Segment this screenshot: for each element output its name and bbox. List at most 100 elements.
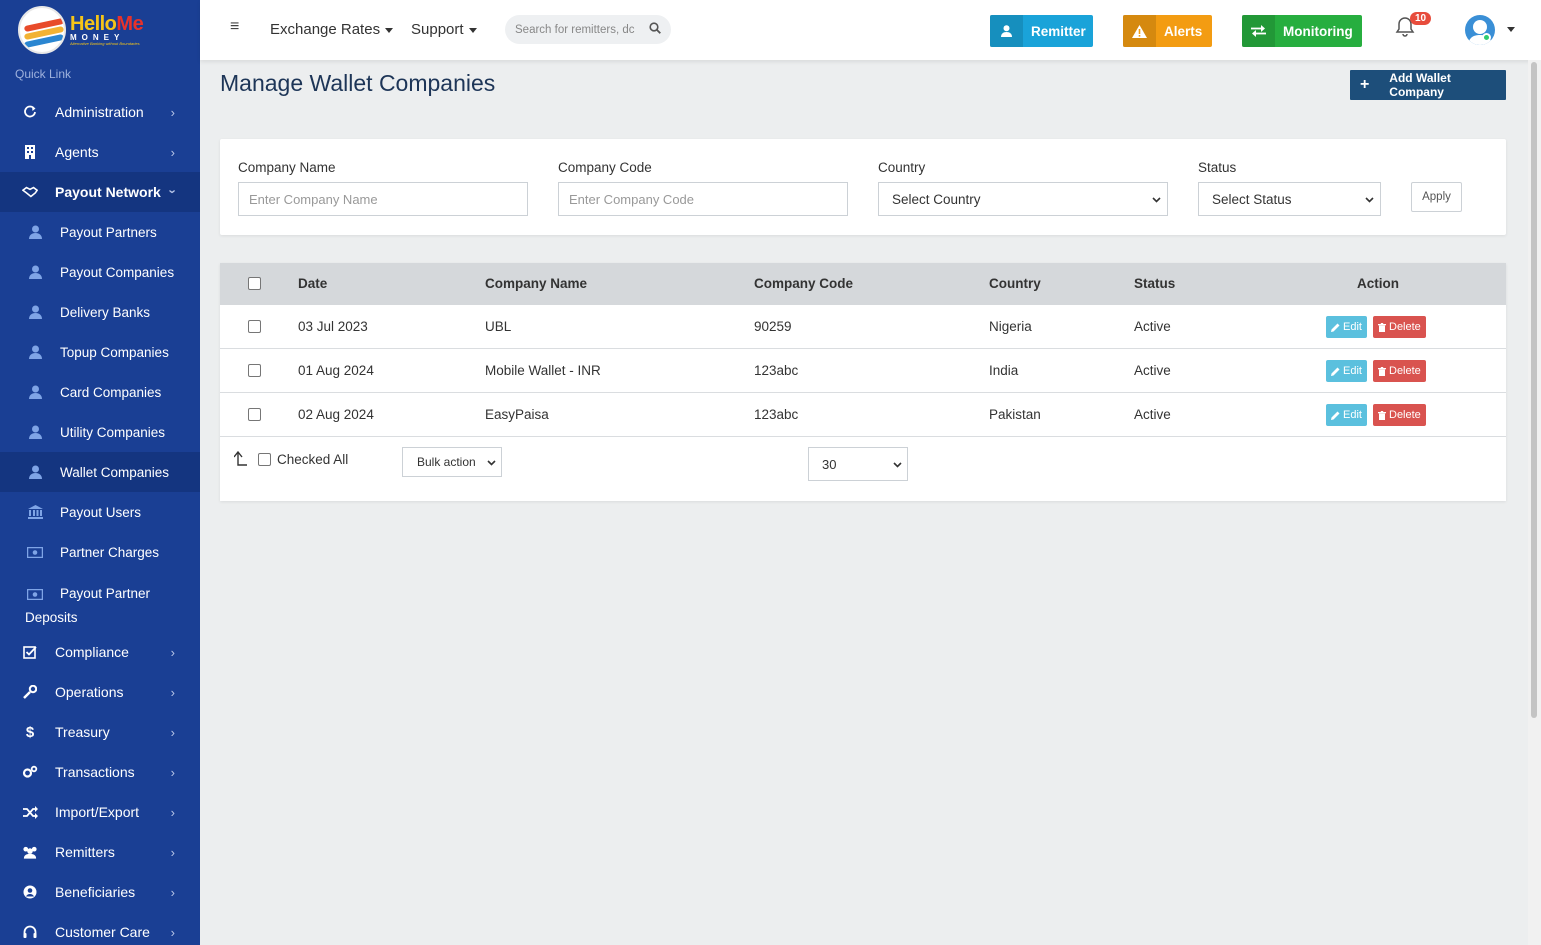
- edit-button[interactable]: Edit: [1326, 316, 1367, 338]
- sidebar-sub-topup-companies[interactable]: Topup Companies: [0, 332, 200, 372]
- chevron-down-icon: [893, 462, 902, 468]
- sidebar-sub-utility-companies[interactable]: Utility Companies: [0, 412, 200, 452]
- alerts-button[interactable]: Alerts: [1123, 15, 1212, 47]
- chevron-right-icon: ›: [170, 145, 175, 160]
- column-header-company-name[interactable]: Company Name: [485, 276, 587, 291]
- user-icon: [27, 384, 43, 400]
- table-header: Date Company Name Company Code Country S…: [220, 263, 1506, 305]
- monitoring-button[interactable]: Monitoring: [1242, 15, 1362, 47]
- checked-all-checkbox[interactable]: [258, 453, 271, 466]
- sidebar-item-transactions[interactable]: Transactions ›: [0, 752, 200, 792]
- chevron-down-icon: [487, 460, 496, 466]
- pencil-icon: [1331, 367, 1340, 376]
- sidebar-sub-label-2: Deposits: [25, 610, 78, 625]
- sidebar-item-treasury[interactable]: $ Treasury ›: [0, 712, 200, 752]
- sidebar-item-compliance[interactable]: Compliance ›: [0, 632, 200, 672]
- column-header-company-code[interactable]: Company Code: [754, 276, 853, 291]
- refresh-icon: [22, 104, 38, 120]
- sidebar-item-remitters[interactable]: Remitters ›: [0, 832, 200, 872]
- sidebar-item-label: Beneficiaries: [55, 884, 136, 900]
- sidebar-sub-payout-companies[interactable]: Payout Companies: [0, 252, 200, 292]
- support-dropdown[interactable]: Support: [411, 21, 477, 38]
- row-checkbox[interactable]: [248, 364, 261, 377]
- column-header-country[interactable]: Country: [989, 276, 1041, 291]
- select-all-checkbox[interactable]: [248, 277, 261, 290]
- sidebar-item-customer-care[interactable]: Customer Care ›: [0, 912, 200, 945]
- sidebar-item-label: Transactions: [55, 764, 135, 780]
- company-name-input[interactable]: [238, 182, 528, 216]
- sidebar-item-agents[interactable]: Agents ›: [0, 132, 200, 172]
- bulk-action-select[interactable]: Bulk action: [402, 447, 502, 477]
- users-icon: [22, 844, 38, 860]
- chevron-right-icon: ›: [170, 805, 175, 820]
- caret-down-icon[interactable]: [1507, 27, 1515, 32]
- hamburger-menu-icon[interactable]: ≡: [230, 18, 239, 36]
- sidebar-sub-label: Payout Partner: [60, 586, 151, 601]
- sidebar-sub-label: Utility Companies: [60, 424, 166, 440]
- monitoring-button-label: Monitoring: [1283, 23, 1353, 39]
- cell-company-code: 123abc: [754, 407, 799, 422]
- user-icon: [990, 15, 1023, 47]
- sidebar-item-label: Compliance: [55, 644, 129, 660]
- chevron-right-icon: ›: [170, 845, 175, 860]
- cell-status: Active: [1134, 407, 1171, 422]
- wrench-icon: [22, 684, 38, 700]
- money-bill-icon: [27, 586, 43, 602]
- brand-logo[interactable]: HelloMe MONEY Alternative Banking withou…: [0, 0, 200, 60]
- table-row: 01 Aug 2024 Mobile Wallet - INR 123abc I…: [220, 349, 1506, 393]
- cell-company-code: 123abc: [754, 363, 799, 378]
- search-input[interactable]: [515, 23, 641, 36]
- delete-button[interactable]: Delete: [1373, 404, 1426, 426]
- sidebar-sub-partner-charges[interactable]: Partner Charges: [0, 532, 200, 572]
- logo-mark-icon: [18, 6, 66, 54]
- row-checkbox[interactable]: [248, 408, 261, 421]
- bulk-action-value: Bulk action: [417, 455, 476, 469]
- delete-button[interactable]: Delete: [1373, 316, 1426, 338]
- sidebar-sub-wallet-companies[interactable]: Wallet Companies: [0, 452, 200, 492]
- sidebar-sub-payout-users[interactable]: Payout Users: [0, 492, 200, 532]
- page-size-value: 30: [822, 456, 837, 472]
- chevron-right-icon: ›: [170, 685, 175, 700]
- user-circle-icon: [22, 884, 38, 900]
- sidebar-item-payout-network[interactable]: Payout Network ›: [0, 172, 200, 212]
- column-header-date[interactable]: Date: [298, 276, 327, 291]
- page-size-select[interactable]: 30: [808, 447, 908, 481]
- cell-date: 03 Jul 2023: [298, 319, 368, 334]
- sidebar-sub-payout-partners[interactable]: Payout Partners: [0, 212, 200, 252]
- status-select[interactable]: Select Status: [1198, 182, 1381, 216]
- delete-label: Delete: [1389, 321, 1421, 333]
- top-navbar: ≡ Exchange Rates Support Remitter Alerts…: [200, 0, 1541, 60]
- sidebar-sub-delivery-banks[interactable]: Delivery Banks: [0, 292, 200, 332]
- exchange-rates-dropdown[interactable]: Exchange Rates: [270, 21, 394, 38]
- sidebar-item-label: Administration: [55, 104, 144, 120]
- apply-button[interactable]: Apply: [1411, 182, 1462, 212]
- country-select[interactable]: Select Country: [878, 182, 1168, 216]
- remitter-button[interactable]: Remitter: [990, 15, 1093, 47]
- sidebar-item-operations[interactable]: Operations ›: [0, 672, 200, 712]
- edit-label: Edit: [1343, 321, 1362, 333]
- cell-country: Pakistan: [989, 407, 1041, 422]
- sidebar-item-import-export[interactable]: Import/Export ›: [0, 792, 200, 832]
- company-code-input[interactable]: [558, 182, 848, 216]
- edit-button[interactable]: Edit: [1326, 360, 1367, 382]
- delete-button[interactable]: Delete: [1373, 360, 1426, 382]
- search-icon[interactable]: [649, 22, 661, 34]
- remitter-button-label: Remitter: [1031, 23, 1086, 39]
- row-checkbox[interactable]: [248, 320, 261, 333]
- company-name-label: Company Name: [238, 160, 336, 175]
- column-header-status[interactable]: Status: [1134, 276, 1175, 291]
- sidebar-sub-label: Card Companies: [60, 384, 162, 400]
- edit-button[interactable]: Edit: [1326, 404, 1367, 426]
- pencil-icon: [1331, 323, 1340, 332]
- avatar[interactable]: [1465, 15, 1495, 45]
- sidebar-sub-card-companies[interactable]: Card Companies: [0, 372, 200, 412]
- add-button-label: Add Wallet Company: [1389, 71, 1451, 99]
- scrollbar-thumb[interactable]: [1531, 62, 1537, 718]
- sidebar-item-administration[interactable]: Administration ›: [0, 92, 200, 132]
- page-title: Manage Wallet Companies: [220, 70, 496, 96]
- exchange-rates-label: Exchange Rates: [270, 21, 381, 38]
- delete-label: Delete: [1389, 365, 1421, 377]
- sidebar-sub-payout-partner-deposits[interactable]: Payout Partner Deposits: [0, 572, 200, 632]
- add-wallet-company-button[interactable]: + Add Wallet Company: [1350, 70, 1506, 100]
- sidebar-item-beneficiaries[interactable]: Beneficiaries ›: [0, 872, 200, 912]
